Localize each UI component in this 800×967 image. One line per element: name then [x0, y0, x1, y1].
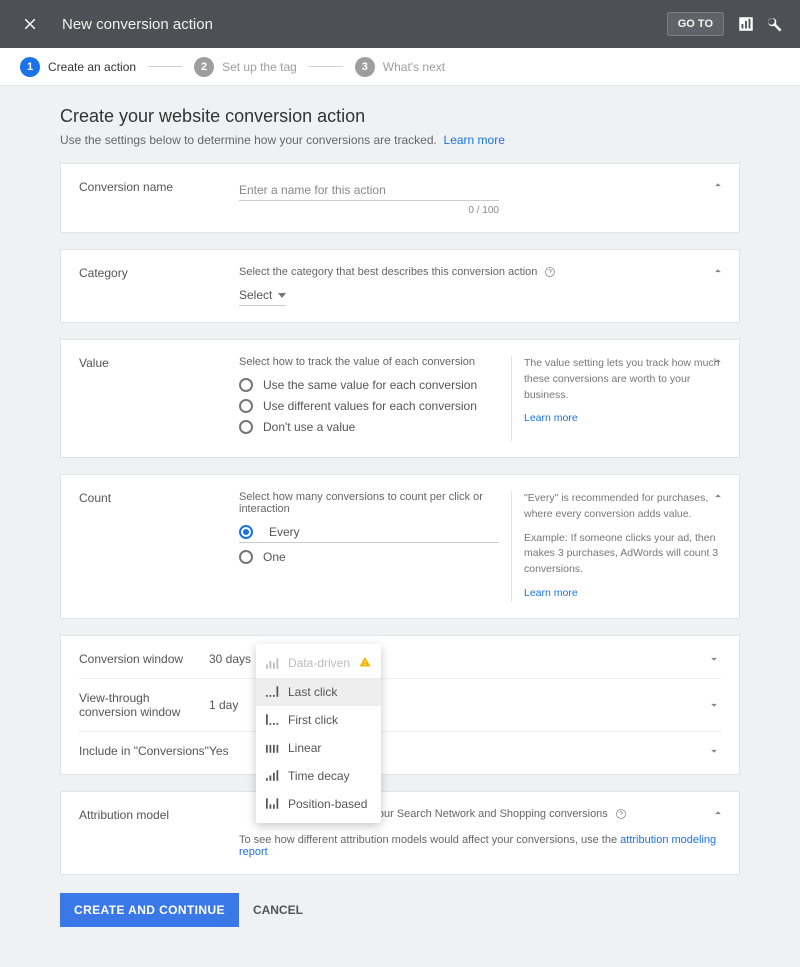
conversion-window-row[interactable]: Conversion window 30 days — [79, 640, 721, 678]
learn-more-link[interactable]: Learn more — [524, 586, 721, 602]
count-opt-every[interactable]: Every — [239, 525, 499, 543]
cancel-button[interactable]: CANCEL — [253, 903, 303, 917]
value-card: Value Select how to track the value of e… — [60, 339, 740, 458]
count-label: Count — [79, 491, 239, 505]
attribution-label: Attribution model — [79, 808, 239, 822]
menu-item-linear[interactable]: Linear — [256, 734, 381, 762]
menu-item-position-based[interactable]: Position-based — [256, 790, 381, 818]
value-opt-same[interactable]: Use the same value for each conversion — [239, 378, 499, 392]
attribution-model-card: Attribution model l for your Search Netw… — [60, 791, 740, 875]
bars-icon — [266, 714, 280, 725]
chevron-up-icon[interactable] — [711, 354, 725, 368]
count-side-note: "Every" is recommended for purchases, wh… — [511, 491, 721, 602]
bars-icon — [266, 658, 280, 669]
help-icon[interactable] — [544, 266, 556, 278]
value-opt-different[interactable]: Use different values for each conversion — [239, 399, 499, 413]
step-connector — [148, 66, 182, 67]
close-icon[interactable] — [16, 10, 44, 38]
create-continue-button[interactable]: CREATE AND CONTINUE — [60, 893, 239, 927]
step-3[interactable]: 3 What's next — [355, 57, 445, 77]
appbar: New conversion action GO TO — [0, 0, 800, 48]
conversion-name-label: Conversion name — [79, 180, 239, 194]
attribution-footer: To see how different attribution models … — [239, 834, 721, 858]
step-connector — [309, 66, 343, 67]
conversion-name-input[interactable] — [239, 180, 499, 201]
warning-icon — [359, 656, 371, 671]
help-icon[interactable] — [615, 808, 627, 820]
chevron-down-icon — [707, 652, 721, 666]
value-opt-none[interactable]: Don't use a value — [239, 420, 499, 434]
chevron-up-icon[interactable] — [711, 806, 725, 820]
category-card: Category Select the category that best d… — [60, 249, 740, 323]
appbar-title: New conversion action — [62, 16, 213, 33]
tools-icon[interactable] — [760, 10, 788, 38]
count-card: Count Select how many conversions to cou… — [60, 474, 740, 619]
conversion-name-card: Conversion name 0 / 100 — [60, 163, 740, 233]
page-subtitle: Use the settings below to determine how … — [60, 133, 740, 147]
menu-item-data-driven[interactable]: Data-driven — [256, 649, 381, 678]
chevron-up-icon[interactable] — [711, 264, 725, 278]
reports-icon[interactable] — [732, 10, 760, 38]
chevron-up-icon[interactable] — [711, 178, 725, 192]
learn-more-link[interactable]: Learn more — [444, 133, 505, 147]
learn-more-link[interactable]: Learn more — [524, 411, 721, 427]
category-label: Category — [79, 266, 239, 280]
stepper: 1 Create an action 2 Set up the tag 3 Wh… — [0, 48, 800, 86]
bars-icon — [266, 798, 280, 809]
char-counter: 0 / 100 — [239, 205, 499, 216]
bars-icon — [266, 686, 280, 697]
bars-icon — [266, 742, 280, 753]
value-side-note: The value setting lets you track how muc… — [511, 356, 721, 441]
count-opt-one[interactable]: One — [239, 550, 499, 564]
compact-settings-card: Conversion window 30 days View-through c… — [60, 635, 740, 775]
menu-item-last-click[interactable]: Last click — [256, 678, 381, 706]
footer-actions: CREATE AND CONTINUE CANCEL — [60, 893, 740, 947]
chevron-up-icon[interactable] — [711, 489, 725, 503]
menu-item-time-decay[interactable]: Time decay — [256, 762, 381, 790]
value-label: Value — [79, 356, 239, 370]
goto-button[interactable]: GO TO — [667, 12, 724, 36]
view-through-row[interactable]: View-through conversion window 1 day — [79, 678, 721, 731]
dropdown-icon — [278, 293, 286, 298]
bars-icon — [266, 770, 280, 781]
menu-item-first-click[interactable]: First click — [256, 706, 381, 734]
step-1[interactable]: 1 Create an action — [20, 57, 136, 77]
chevron-down-icon — [707, 698, 721, 712]
category-select[interactable]: Select — [239, 288, 286, 306]
page-title: Create your website conversion action — [60, 106, 740, 127]
chevron-down-icon — [707, 744, 721, 758]
include-conversions-row[interactable]: Include in "Conversions" Yes — [79, 731, 721, 770]
step-2[interactable]: 2 Set up the tag — [194, 57, 297, 77]
attribution-model-menu: Data-driven Last click First click Linea… — [256, 644, 381, 823]
